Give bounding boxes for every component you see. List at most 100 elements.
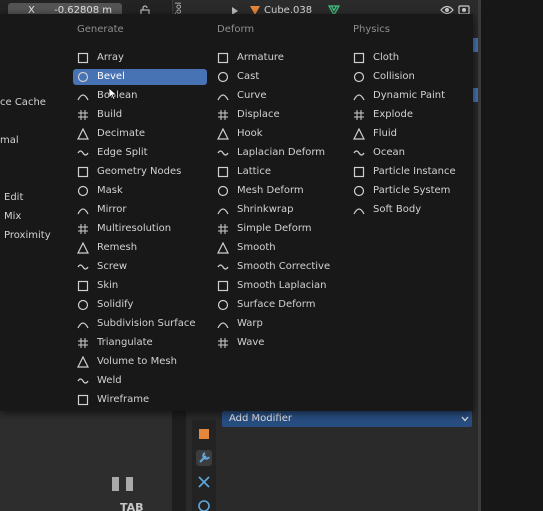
area-divider[interactable]	[478, 0, 481, 511]
menu-item-array[interactable]: Array	[73, 50, 207, 66]
menu-item-curve[interactable]: Curve	[213, 88, 343, 104]
menu-item-label: Decimate	[97, 128, 146, 139]
menu-item-boolean[interactable]: Boolean	[73, 88, 207, 104]
menu-item-ocean[interactable]: Ocean	[349, 145, 469, 161]
menu-item-label: Mask	[97, 185, 123, 196]
menu-item-wireframe[interactable]: Wireframe	[73, 392, 207, 408]
menu-item-mask[interactable]: Mask	[73, 183, 207, 199]
menu-item-screw[interactable]: Screw	[73, 259, 207, 275]
menu-item-label: Soft Body	[373, 204, 422, 215]
properties-tab-column	[192, 420, 216, 511]
solidify-icon	[77, 299, 89, 311]
triangulate-icon	[78, 338, 88, 348]
menu-item-shrinkwrap[interactable]: Shrinkwrap	[213, 202, 343, 218]
wrench-icon[interactable]	[196, 450, 212, 466]
build-icon	[78, 110, 88, 120]
menu-item-decimate[interactable]: Decimate	[73, 126, 207, 142]
menu-item-label: Solidify	[97, 299, 134, 310]
menu-item-laplacian-deform[interactable]: Laplacian Deform	[213, 145, 343, 161]
menu-item-lattice[interactable]: Lattice	[213, 164, 343, 180]
menu-item-smooth[interactable]: Smooth	[213, 240, 343, 256]
menu-item-volume-to-mesh[interactable]: Volume to Mesh	[73, 354, 207, 370]
menu-item-label: Shrinkwrap	[237, 204, 294, 215]
menu-item-particle-system[interactable]: Particle System	[349, 183, 469, 199]
menu-item-solidify[interactable]: Solidify	[73, 297, 207, 313]
menu-item-smooth-laplacian[interactable]: Smooth Laplacian	[213, 278, 343, 294]
menu-item-smooth-corrective[interactable]: Smooth Corrective	[213, 259, 343, 275]
menu-item-edge-split[interactable]: Edge Split	[73, 145, 207, 161]
laplacian-deform-icon	[217, 150, 229, 156]
menu-item-surface-deform[interactable]: Surface Deform	[213, 297, 343, 313]
menu-item-remesh[interactable]: Remesh	[73, 240, 207, 256]
menu-item-hook[interactable]: Hook	[213, 126, 343, 142]
menu-item-label: Wireframe	[97, 394, 150, 405]
menu-item-label: Particle System	[373, 185, 451, 196]
menu-item-label: Triangulate	[97, 337, 153, 348]
menu-item-geometry-nodes[interactable]: Geometry Nodes	[73, 164, 207, 180]
physics-icon[interactable]	[196, 498, 212, 511]
menu-item-armature[interactable]: Armature	[213, 50, 343, 66]
menu-item-label: Wave	[237, 337, 265, 348]
add-modifier-menu: Generate Deform Physics ce Cache mal Edit M…	[0, 14, 473, 411]
tab-hint-label: TAB	[120, 501, 144, 511]
menu-item-mirror[interactable]: Mirror	[73, 202, 207, 218]
shrinkwrap-icon	[217, 208, 229, 215]
hook-icon	[217, 128, 229, 140]
menu-item-label: Curve	[237, 90, 267, 101]
surface-deform-icon	[217, 299, 229, 311]
menu-item-particle-instance[interactable]: Particle Instance	[349, 164, 469, 180]
partial-menu-item[interactable]: Edit	[4, 190, 23, 206]
menu-item-label: Weld	[97, 375, 122, 386]
menu-item-mesh-deform[interactable]: Mesh Deform	[213, 183, 343, 199]
menu-item-cloth[interactable]: Cloth	[349, 50, 469, 66]
collision-icon	[353, 71, 365, 83]
menu-item-fluid[interactable]: Fluid	[349, 126, 469, 142]
menu-item-label: Hook	[237, 128, 263, 139]
cast-icon	[217, 71, 229, 83]
curve-icon	[217, 94, 229, 101]
physics-header: Physics	[353, 24, 390, 35]
menu-item-weld[interactable]: Weld	[73, 373, 207, 389]
remesh-icon	[77, 242, 89, 254]
menu-item-explode[interactable]: Explode	[349, 107, 469, 123]
menu-item-multiresolution[interactable]: Multiresolution	[73, 221, 207, 237]
mask-icon	[77, 185, 89, 197]
menu-item-build[interactable]: Build	[73, 107, 207, 123]
menu-item-wave[interactable]: Wave	[213, 335, 343, 351]
tab-key-hint: TAB	[108, 477, 148, 511]
partial-menu-item[interactable]: mal	[0, 133, 19, 149]
menu-item-label: Displace	[237, 109, 280, 120]
particle-system-icon	[353, 185, 365, 197]
displace-icon	[218, 110, 228, 120]
wave-icon	[218, 338, 228, 348]
menu-item-triangulate[interactable]: Triangulate	[73, 335, 207, 351]
menu-item-label: Volume to Mesh	[97, 356, 177, 367]
add-modifier-button[interactable]: Add Modifier	[222, 411, 472, 427]
partial-menu-item[interactable]: Mix	[4, 209, 21, 225]
menu-item-label: Screw	[97, 261, 128, 272]
menu-item-cast[interactable]: Cast	[213, 69, 343, 85]
object-properties-icon[interactable]	[196, 426, 212, 442]
menu-item-collision[interactable]: Collision	[349, 69, 469, 85]
menu-item-label: Boolean	[97, 90, 138, 101]
menu-item-label: Mirror	[97, 204, 127, 215]
menu-item-simple-deform[interactable]: Simple Deform	[213, 221, 343, 237]
menu-item-dynamic-paint[interactable]: Dynamic Paint	[349, 88, 469, 104]
array-icon	[77, 52, 89, 64]
smooth-laplacian-icon	[217, 280, 229, 292]
generate-header: Generate	[77, 24, 124, 35]
tab-hint-block-right	[126, 477, 133, 491]
partial-menu-item[interactable]: ce Cache	[0, 95, 46, 111]
menu-item-displace[interactable]: Displace	[213, 107, 343, 123]
menu-item-skin[interactable]: Skin	[73, 278, 207, 294]
boolean-icon	[77, 94, 89, 101]
menu-item-label: Smooth	[237, 242, 276, 253]
menu-item-soft-body[interactable]: Soft Body	[349, 202, 469, 218]
mesh-deform-icon	[217, 185, 229, 197]
menu-item-warp[interactable]: Warp	[213, 316, 343, 332]
partial-menu-item[interactable]: Proximity	[4, 228, 51, 244]
menu-item-label: Geometry Nodes	[97, 166, 182, 177]
particles-icon[interactable]	[196, 474, 212, 490]
menu-item-bevel[interactable]: Bevel	[73, 69, 207, 85]
menu-item-subdivision-surface[interactable]: Subdivision Surface	[73, 316, 207, 332]
